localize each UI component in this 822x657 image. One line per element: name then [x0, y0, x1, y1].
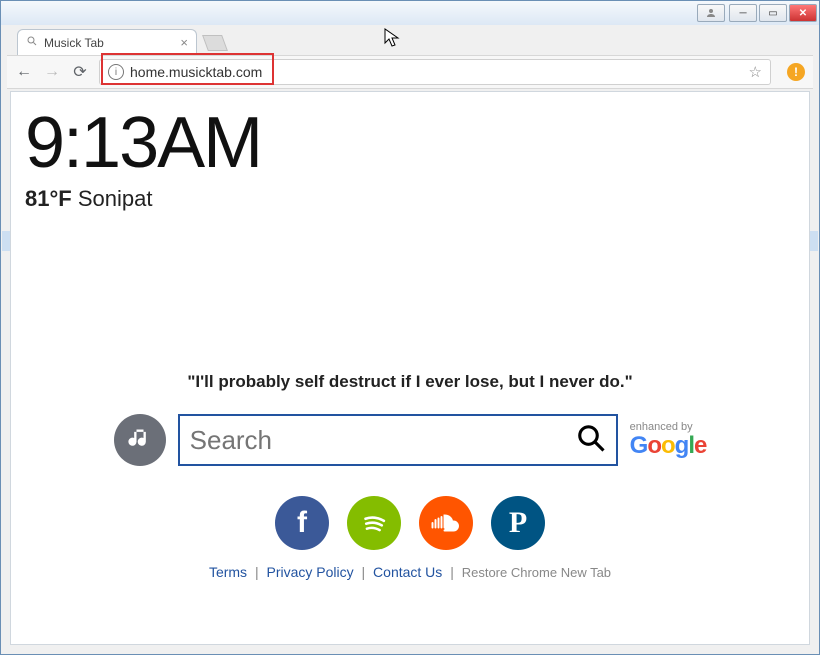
- browser-toolbar: ← → ⟳ i home.musicktab.com ☆ !: [7, 55, 813, 89]
- footer-links: Terms | Privacy Policy | Contact Us | Re…: [11, 564, 809, 580]
- enhanced-by-label: enhanced by Google: [630, 421, 707, 459]
- window-close-button[interactable]: ✕: [789, 4, 817, 22]
- forward-button[interactable]: →: [43, 63, 61, 81]
- page-content: 9:13AM 81°F Sonipat "I'll probably self …: [10, 91, 810, 645]
- user-account-button[interactable]: [697, 4, 725, 22]
- location: Sonipat: [78, 186, 153, 211]
- search-icon: [26, 35, 38, 50]
- new-tab-button[interactable]: [202, 35, 228, 51]
- spotify-button[interactable]: [347, 496, 401, 550]
- privacy-link[interactable]: Privacy Policy: [266, 564, 353, 580]
- url-text: home.musicktab.com: [130, 64, 262, 80]
- site-info-icon[interactable]: i: [108, 64, 124, 80]
- social-links: f P: [11, 496, 809, 550]
- back-button[interactable]: ←: [15, 63, 33, 81]
- facebook-button[interactable]: f: [275, 496, 329, 550]
- minimize-button[interactable]: ─: [729, 4, 757, 22]
- bookmark-star-icon[interactable]: ☆: [749, 63, 762, 81]
- restore-tab-link[interactable]: Restore Chrome New Tab: [462, 565, 611, 580]
- mouse-cursor-icon: [384, 28, 400, 53]
- search-input[interactable]: [190, 425, 576, 456]
- tab-title: Musick Tab: [44, 36, 104, 50]
- address-bar[interactable]: i home.musicktab.com ☆: [99, 59, 771, 85]
- weather-info: 81°F Sonipat: [25, 186, 152, 212]
- contact-link[interactable]: Contact Us: [373, 564, 442, 580]
- terms-link[interactable]: Terms: [209, 564, 247, 580]
- maximize-button[interactable]: ▭: [759, 4, 787, 22]
- quote-text: "I'll probably self destruct if I ever l…: [11, 372, 809, 392]
- tab-close-icon[interactable]: ×: [180, 35, 188, 50]
- pandora-button[interactable]: P: [491, 496, 545, 550]
- temperature: 81°F: [25, 186, 72, 211]
- browser-tab[interactable]: Musick Tab ×: [17, 29, 197, 55]
- alert-badge-icon[interactable]: !: [787, 63, 805, 81]
- reload-button[interactable]: ⟳: [71, 62, 89, 82]
- search-box[interactable]: [178, 414, 618, 466]
- tab-bar: Musick Tab ×: [7, 25, 813, 55]
- search-submit-icon[interactable]: [576, 423, 606, 458]
- music-icon[interactable]: [114, 414, 166, 466]
- google-logo: Google: [630, 433, 707, 459]
- clock-time: 9:13AM: [25, 102, 261, 184]
- soundcloud-button[interactable]: [419, 496, 473, 550]
- window-titlebar: ─ ▭ ✕: [1, 1, 819, 25]
